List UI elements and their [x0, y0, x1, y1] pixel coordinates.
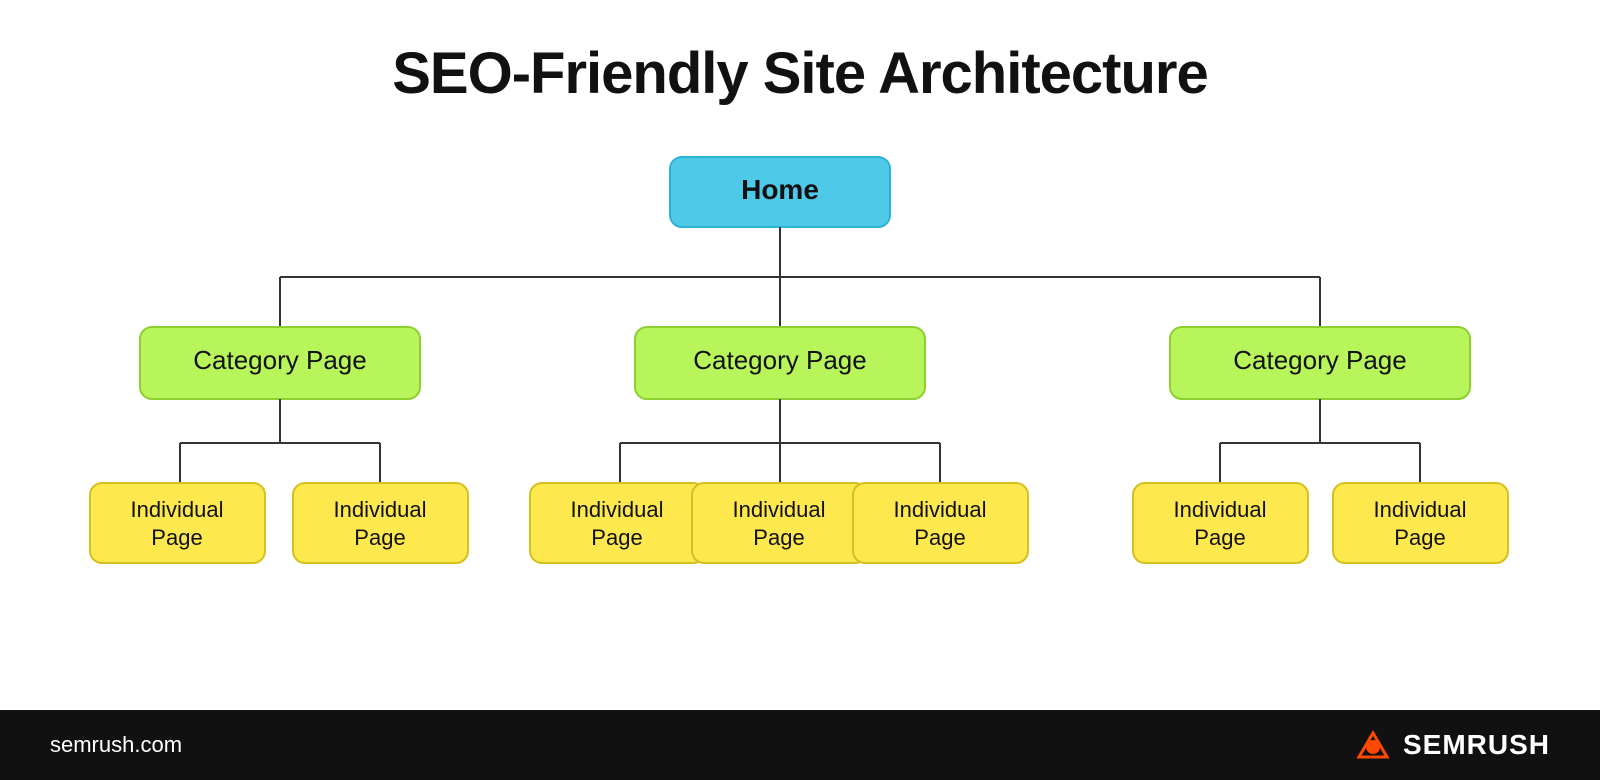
svg-text:Individual: Individual: [894, 497, 987, 522]
architecture-diagram: Home Category Page Category Page Categor…: [60, 147, 1540, 587]
svg-text:Individual: Individual: [1374, 497, 1467, 522]
svg-text:Individual: Individual: [733, 497, 826, 522]
svg-text:Home: Home: [741, 174, 819, 205]
svg-text:Page: Page: [1394, 525, 1445, 550]
svg-text:Individual: Individual: [1174, 497, 1267, 522]
svg-text:Category Page: Category Page: [1233, 345, 1406, 375]
page-title: SEO-Friendly Site Architecture: [392, 40, 1208, 107]
svg-text:Page: Page: [1194, 525, 1245, 550]
main-content: SEO-Friendly Site Architecture Home Cate…: [0, 0, 1600, 710]
svg-text:Page: Page: [753, 525, 804, 550]
svg-text:Individual: Individual: [571, 497, 664, 522]
footer-brand-name: SEMRUSH: [1403, 729, 1550, 761]
svg-text:Individual: Individual: [131, 497, 224, 522]
footer: semrush.com SEMRUSH: [0, 710, 1600, 780]
svg-text:Page: Page: [151, 525, 202, 550]
semrush-logo-icon: [1351, 725, 1391, 765]
footer-url: semrush.com: [50, 732, 182, 758]
svg-text:Page: Page: [591, 525, 642, 550]
svg-text:Individual: Individual: [334, 497, 427, 522]
diagram-container: Home Category Page Category Page Categor…: [60, 147, 1540, 587]
svg-text:Category Page: Category Page: [693, 345, 866, 375]
svg-text:Page: Page: [354, 525, 405, 550]
footer-brand: SEMRUSH: [1351, 725, 1550, 765]
svg-text:Page: Page: [914, 525, 965, 550]
svg-text:Category Page: Category Page: [193, 345, 366, 375]
